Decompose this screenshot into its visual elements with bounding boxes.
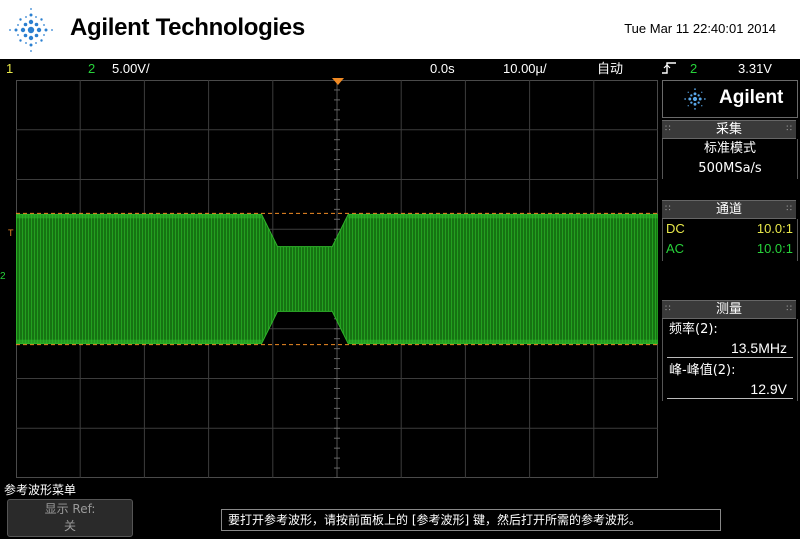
info-message: 要打开参考波形，请按前面板上的 [参考波形] 键，然后打开所需的参考波形。: [221, 509, 721, 531]
menu-title: 参考波形菜单: [4, 483, 77, 497]
channel-section-header[interactable]: ∷ 通道 ∷: [662, 200, 796, 219]
channel-2-indicator[interactable]: 2: [88, 59, 95, 78]
acquire-section-header[interactable]: ∷ 采集 ∷: [662, 120, 796, 139]
trigger-level: 3.31V: [738, 61, 772, 76]
measure-section: 频率(2): 13.5MHz 峰-峰值(2): 12.9V: [662, 319, 798, 401]
softkey-value: 关: [63, 519, 76, 533]
panel-logo-text: Agilent: [719, 87, 784, 108]
channel-1-probe: 10.0:1: [756, 221, 793, 236]
channel-2-coupling: AC: [666, 241, 685, 256]
frequency-label: 频率(2):: [669, 322, 718, 337]
channel-2-scale: 5.00V/: [112, 61, 150, 76]
channel-heading: 通道: [715, 202, 742, 217]
display-ref-softkey[interactable]: 显示 Ref: 关: [7, 499, 133, 537]
envelope-top-band: [348, 214, 658, 219]
peak-to-peak-label: 峰-峰值(2):: [669, 363, 736, 378]
waveform-display[interactable]: [16, 80, 658, 478]
measure-section-header[interactable]: ∷ 测量 ∷: [662, 300, 796, 319]
channel-2-row: AC 10.0:1: [663, 239, 797, 259]
channel-1-coupling: DC: [666, 221, 685, 236]
acquire-mode: 标准模式: [703, 141, 756, 156]
trigger-source: 2: [690, 61, 698, 76]
info-panel: Agilent ∷ 采集 ∷ 标准模式 500MSa/s ∷ 通道 ∷ DC 10.0:…: [660, 80, 800, 478]
sample-rate: 500MSa/s: [698, 161, 762, 176]
trigger-mode: 自动: [597, 61, 624, 76]
envelope-bottom-band: [348, 339, 658, 344]
agilent-spark-logo-icon: [9, 8, 53, 52]
brand-name: Agilent Technologies: [70, 14, 305, 41]
frequency-value: 13.5MHz: [667, 339, 793, 358]
agilent-spark-icon: [684, 88, 706, 110]
envelope-top-band: [16, 214, 262, 219]
channel-1-row: DC 10.0:1: [663, 219, 797, 239]
channel-2-probe: 10.0:1: [756, 241, 793, 256]
rising-edge-trigger-icon: [662, 62, 676, 74]
status-bar: 1 2 5.00V/ 0.0s 10.00µ/ 自动 2 3.31V: [0, 59, 800, 78]
panel-logo: Agilent: [662, 80, 798, 118]
time-position: 0.0s: [430, 61, 455, 76]
softkey-label: 显示 Ref:: [44, 502, 96, 516]
peak-to-peak-value: 12.9V: [667, 380, 793, 399]
header-bar: Agilent Technologies Tue Mar 11 22:40:01…: [0, 0, 800, 59]
channel-1-indicator[interactable]: 1: [6, 59, 13, 78]
trigger-position-marker[interactable]: [332, 78, 344, 85]
measure-heading: 测量: [715, 302, 742, 317]
envelope-bottom-band: [16, 339, 262, 344]
date-time: Tue Mar 11 22:40:01 2014: [624, 21, 776, 36]
acquire-section: 标准模式 500MSa/s: [662, 139, 798, 179]
channel-2-ground-marker[interactable]: 2: [0, 271, 6, 282]
acquire-heading: 采集: [715, 122, 742, 137]
trigger-level-marker[interactable]: T: [8, 228, 14, 238]
time-per-division: 10.00µ/: [503, 61, 547, 76]
channel-section: DC 10.0:1 AC 10.0:1: [662, 219, 798, 261]
softkey-bar: 参考波形菜单 显示 Ref: 关 要打开参考波形，请按前面板上的 [参考波形] …: [0, 478, 800, 539]
